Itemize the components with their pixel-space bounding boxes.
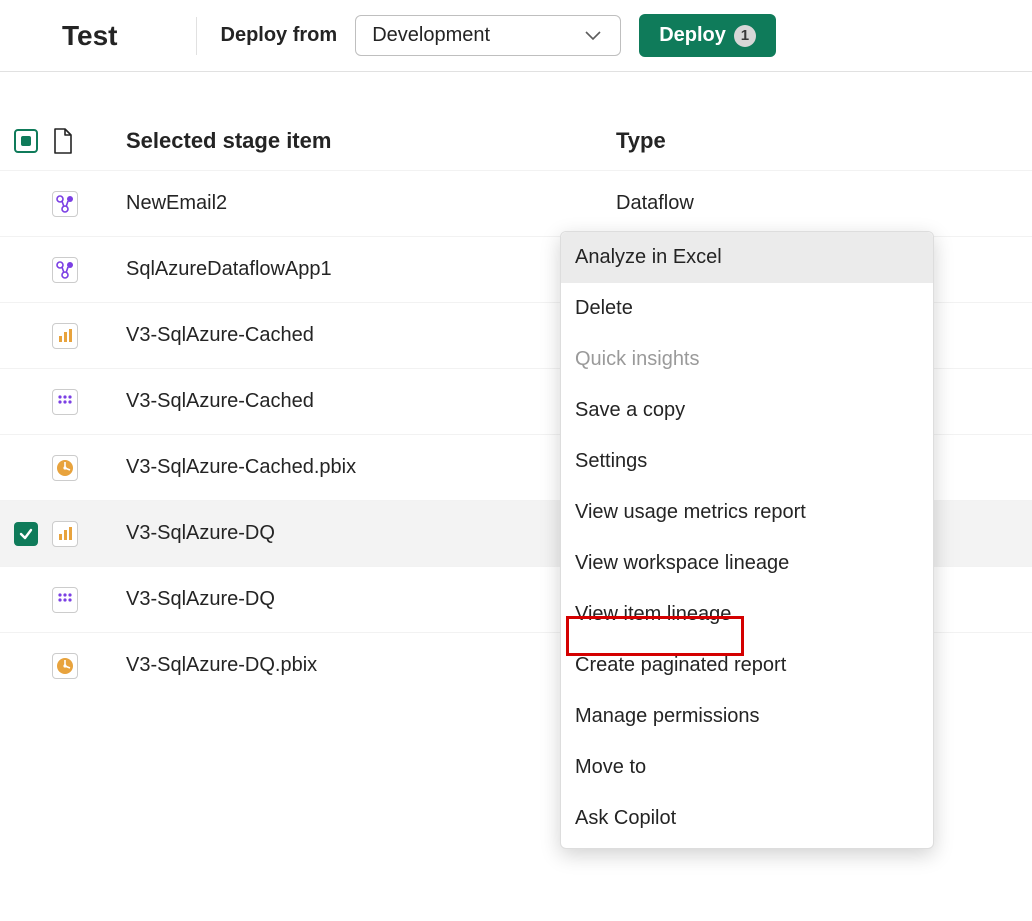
deploy-count-badge: 1 [734, 25, 756, 47]
item-name: V3-SqlAzure-DQ [124, 588, 616, 611]
dataset-icon [52, 587, 78, 613]
row-checkbox[interactable] [14, 522, 38, 546]
menu-item-move-to[interactable]: Move to [561, 742, 933, 793]
menu-item-settings[interactable]: Settings [561, 436, 933, 487]
dashboard-icon [52, 455, 78, 481]
page-title: Test [62, 20, 118, 52]
table-row[interactable]: NewEmail2Dataflow [0, 170, 1032, 236]
column-header-name[interactable]: Selected stage item [124, 128, 616, 154]
item-name: V3-SqlAzure-Cached.pbix [124, 456, 616, 479]
menu-item-quick-insights: Quick insights [561, 334, 933, 385]
divider [196, 17, 197, 55]
dashboard-icon [52, 653, 78, 679]
deploy-button[interactable]: Deploy 1 [639, 14, 776, 57]
column-header-type[interactable]: Type [616, 128, 1032, 154]
deploy-button-label: Deploy [659, 24, 726, 47]
menu-item-delete[interactable]: Delete [561, 283, 933, 334]
report-icon [52, 323, 78, 349]
pipeline-header: Test Deploy from Development Deploy 1 [0, 0, 1032, 72]
dataflow-icon [52, 257, 78, 283]
menu-item-view-workspace-lineage[interactable]: View workspace lineage [561, 538, 933, 589]
menu-item-analyze-in-excel[interactable]: Analyze in Excel [561, 232, 933, 283]
table-header-row: Selected stage item Type [0, 72, 1032, 170]
menu-item-view-item-lineage[interactable]: View item lineage [561, 589, 933, 640]
stage-select[interactable]: Development [355, 15, 621, 56]
item-type: Dataflow [616, 192, 1032, 215]
select-all-checkbox[interactable] [14, 129, 38, 153]
chevron-down-icon [584, 27, 602, 45]
menu-item-ask-copilot[interactable]: Ask Copilot [561, 793, 933, 844]
dataset-icon [52, 389, 78, 415]
menu-item-view-usage-metrics-report[interactable]: View usage metrics report [561, 487, 933, 538]
item-name: SqlAzureDataflowApp1 [124, 258, 616, 281]
report-icon [52, 521, 78, 547]
stage-select-value: Development [372, 24, 490, 47]
item-name: V3-SqlAzure-DQ [124, 522, 616, 545]
item-name: V3-SqlAzure-DQ.pbix [124, 654, 616, 677]
dataflow-icon [52, 191, 78, 217]
menu-item-manage-permissions[interactable]: Manage permissions [561, 691, 933, 742]
item-name: V3-SqlAzure-Cached [124, 324, 616, 347]
file-icon [48, 128, 124, 154]
menu-item-create-paginated-report[interactable]: Create paginated report [561, 640, 933, 691]
context-menu: Analyze in ExcelDeleteQuick insightsSave… [560, 231, 934, 849]
menu-item-save-a-copy[interactable]: Save a copy [561, 385, 933, 436]
item-name: NewEmail2 [124, 192, 616, 215]
deploy-from-label: Deploy from [221, 24, 338, 47]
item-name: V3-SqlAzure-Cached [124, 390, 616, 413]
